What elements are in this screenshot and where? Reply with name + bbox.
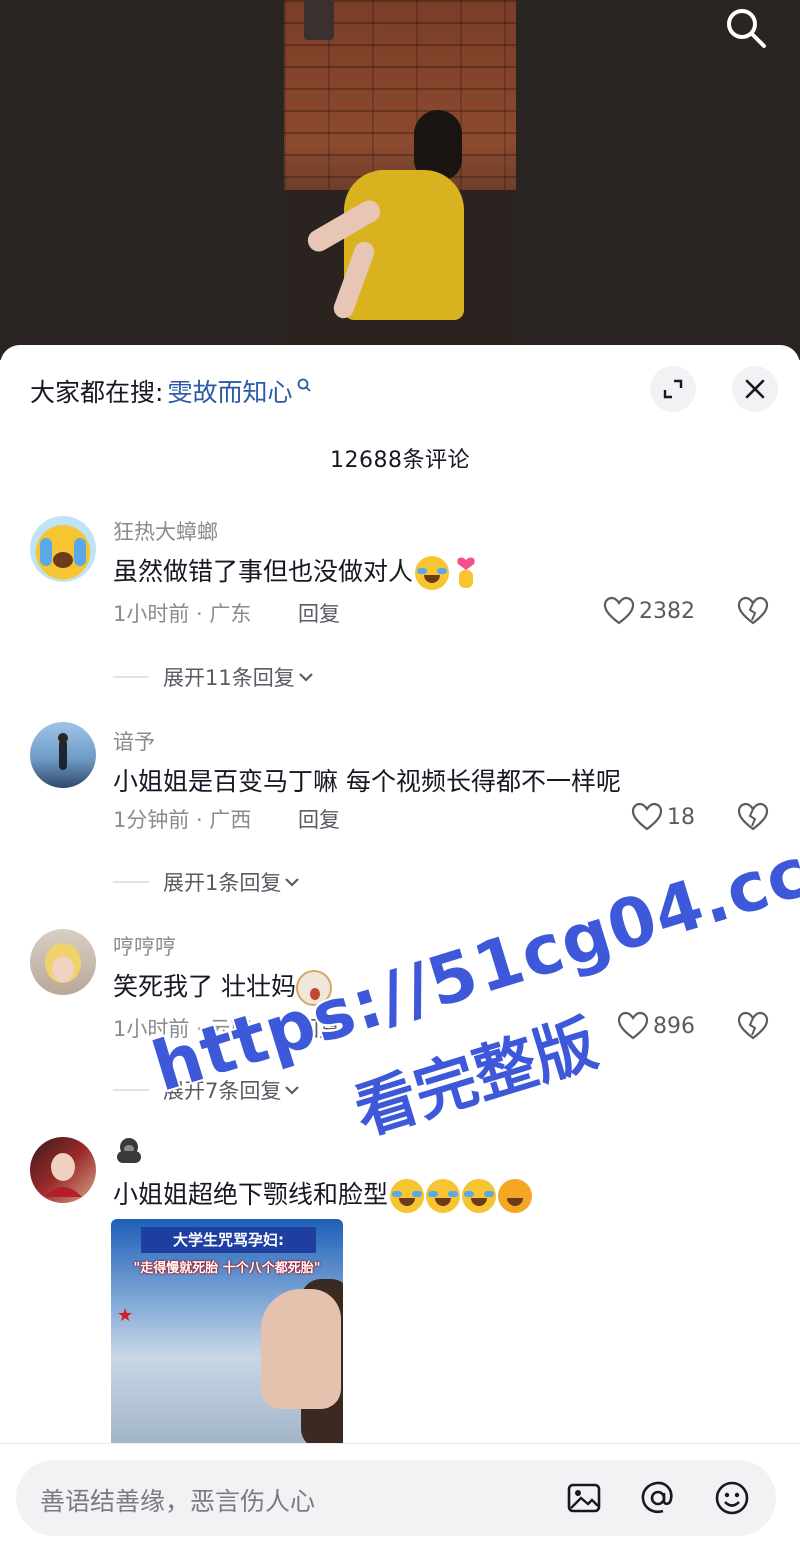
person-photo-avatar xyxy=(45,943,81,983)
comment-text-content: 虽然做错了事但也没做对人 xyxy=(113,557,414,586)
like-count: 18 xyxy=(667,804,695,830)
shocked-cat-emoji-icon xyxy=(295,970,332,1006)
emoji-icon[interactable] xyxy=(712,1478,752,1518)
image-banner-text: 大学生咒骂孕妇: xyxy=(141,1227,316,1253)
heart-icon xyxy=(603,596,635,625)
comment-time-location: 1小时前 · 广东 xyxy=(113,602,252,626)
comment-text-content: 笑死我了 壮壮妈 xyxy=(113,972,296,1001)
close-icon xyxy=(745,379,765,399)
trending-search[interactable]: 大家都在搜: 雯故而知心 xyxy=(30,371,312,411)
crying-face-avatar xyxy=(40,538,86,568)
broken-heart-icon[interactable] xyxy=(737,802,769,832)
avatar[interactable] xyxy=(30,516,96,582)
comment-username[interactable]: 狂热大蟑螂 xyxy=(113,516,218,546)
comment-username[interactable]: 哼哼哼 xyxy=(113,931,176,961)
expand-replies-label: 展开7条回复 xyxy=(163,1079,282,1103)
expand-icon xyxy=(663,379,683,399)
chevron-down-icon xyxy=(285,878,300,887)
character-avatar xyxy=(44,1153,82,1197)
video-player[interactable] xyxy=(0,0,800,360)
search-icon[interactable] xyxy=(722,4,770,52)
comment-text: 虽然做错了事但也没做对人 xyxy=(113,552,481,590)
divider xyxy=(113,676,149,678)
image-subtitle-text: "走得慢就死胎 十个八个都死胎" xyxy=(133,1261,321,1276)
expand-replies-button[interactable]: 展开1条回复 xyxy=(113,867,303,897)
search-icon xyxy=(298,378,312,392)
rofl-emoji-icon xyxy=(390,1179,425,1213)
heart-icon xyxy=(631,802,663,831)
comment-time-location: 1分钟前 · 广西 xyxy=(113,808,252,832)
comment-input-placeholder: 善语结善缘，恶言伤人心 xyxy=(40,1487,316,1516)
avatar[interactable] xyxy=(30,1137,96,1203)
comment-text: 小姐姐超绝下颚线和脸型 xyxy=(113,1175,533,1213)
comment-username[interactable]: 谙予 xyxy=(113,726,155,756)
rofl-emoji-icon xyxy=(415,556,450,590)
comment-text: 笑死我了 壮壮妈 xyxy=(113,967,332,1006)
reply-button[interactable]: 回复 xyxy=(298,598,340,628)
chevron-down-icon xyxy=(285,1086,300,1095)
divider xyxy=(113,1089,149,1091)
comment-input[interactable]: 善语结善缘，恶言伤人心 xyxy=(16,1460,776,1536)
like-count: 896 xyxy=(653,1013,695,1039)
trending-label: 大家都在搜: xyxy=(30,378,164,407)
comment-time-location: 1小时前 · 云南 xyxy=(113,1017,252,1041)
expand-replies-label: 展开1条回复 xyxy=(163,871,282,895)
comment-attached-image[interactable]: 大学生咒骂孕妇: "走得慢就死胎 十个八个都死胎" ★ xyxy=(111,1219,343,1449)
avatar[interactable] xyxy=(30,929,96,995)
gorilla-emoji-icon xyxy=(117,1138,141,1163)
comment-text: 小姐姐是百变马丁嘛 每个视频长得都不一样呢 xyxy=(113,767,621,796)
laughing-emoji-icon xyxy=(498,1179,533,1213)
image-person-face xyxy=(261,1289,341,1409)
expand-replies-button[interactable]: 展开11条回复 xyxy=(113,662,317,692)
expand-button[interactable] xyxy=(650,366,696,412)
heart-icon xyxy=(617,1011,649,1040)
like-button[interactable]: 896 xyxy=(617,1011,695,1041)
like-count: 2382 xyxy=(639,598,695,624)
like-button[interactable]: 18 xyxy=(631,802,695,832)
broken-heart-icon[interactable] xyxy=(737,596,769,626)
comment-text-content: 小姐姐超绝下颚线和脸型 xyxy=(113,1180,389,1209)
finger-heart-emoji-icon xyxy=(457,557,475,588)
close-button[interactable] xyxy=(732,366,778,412)
like-button[interactable]: 2382 xyxy=(603,596,695,626)
star-icon: ★ xyxy=(117,1305,134,1326)
reply-button[interactable]: 回复 xyxy=(298,1013,340,1043)
mention-icon[interactable] xyxy=(638,1478,678,1518)
rofl-emoji-icon xyxy=(426,1179,461,1213)
comment-input-bar: 善语结善缘，恶言伤人心 xyxy=(0,1443,800,1549)
chevron-down-icon xyxy=(298,673,313,682)
video-frame[interactable] xyxy=(284,0,516,360)
person-photo-avatar xyxy=(58,733,68,770)
rofl-emoji-icon xyxy=(462,1179,497,1213)
trending-term-link[interactable]: 雯故而知心 xyxy=(167,373,292,409)
reply-button[interactable]: 回复 xyxy=(298,804,340,834)
avatar[interactable] xyxy=(30,722,96,788)
divider xyxy=(113,881,149,883)
expand-replies-label: 展开11条回复 xyxy=(163,666,295,690)
expand-replies-button[interactable]: 展开7条回复 xyxy=(113,1075,303,1105)
image-icon[interactable] xyxy=(564,1478,604,1518)
comment-count: 12688条评论 xyxy=(330,448,470,473)
broken-heart-icon[interactable] xyxy=(737,1011,769,1041)
wall-lamp xyxy=(304,0,334,40)
